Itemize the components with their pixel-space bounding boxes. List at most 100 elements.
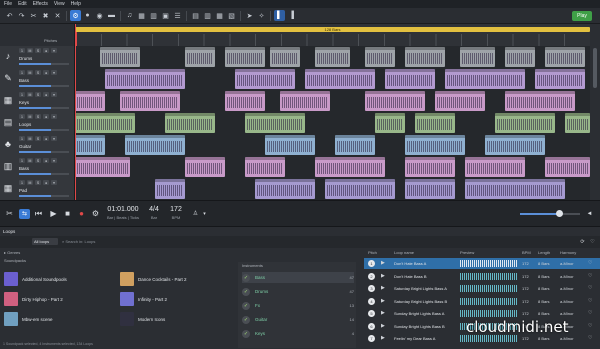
circle-icon[interactable]: ◉ (94, 10, 105, 21)
instrument-item[interactable]: ✓ Guitar 14 (242, 314, 354, 325)
favorite-icon[interactable]: ♡ (588, 285, 592, 291)
master-volume-knob[interactable] (556, 210, 563, 217)
instrument-item[interactable]: ✓ Bass 47 (242, 272, 354, 283)
track-header[interactable]: ▥ 1 M S ● ▾ Bass (0, 156, 75, 178)
audio-clip[interactable] (405, 179, 455, 199)
audio-clip[interactable] (125, 135, 185, 155)
col-preview[interactable]: Preview (460, 250, 474, 255)
stop-icon[interactable]: ■ (62, 209, 73, 219)
signature-display[interactable]: 4/4 Bar (146, 206, 162, 220)
audio-clip[interactable] (265, 135, 315, 155)
mute-button[interactable]: M (27, 48, 33, 53)
favorite-icon[interactable]: ♡ (588, 260, 592, 266)
keyboard-icon[interactable]: ▥ (148, 10, 159, 21)
mixer-2-icon[interactable]: ▥ (202, 10, 213, 21)
track-menu-button[interactable]: ▾ (51, 48, 57, 53)
solo-button[interactable]: S (35, 136, 41, 141)
wand-icon[interactable]: ✧ (256, 10, 267, 21)
layout-icon[interactable]: ▌ (274, 10, 285, 21)
mixer-4-icon[interactable]: ▧ (226, 10, 237, 21)
audio-clip[interactable] (255, 179, 315, 199)
mute-button[interactable]: M (27, 70, 33, 75)
play-preview-icon[interactable]: ▶ (381, 323, 385, 329)
record-arm-button[interactable]: ● (43, 70, 49, 75)
favorite-icon[interactable]: ♡ (588, 298, 592, 304)
audio-clip[interactable] (75, 135, 105, 155)
track-menu-button[interactable]: ▾ (51, 158, 57, 163)
audio-clip[interactable] (305, 69, 375, 89)
menu-edit[interactable]: Edit (18, 1, 27, 7)
solo-button[interactable]: S (35, 114, 41, 119)
favorite-icon[interactable]: ♡ (588, 273, 592, 279)
track-name[interactable]: Bass (19, 166, 29, 171)
col-harmony[interactable]: Harmony (560, 250, 576, 255)
track-volume-slider[interactable] (19, 107, 69, 109)
track-lane[interactable] (75, 46, 590, 68)
solo-button[interactable]: S (35, 92, 41, 97)
track-lane[interactable] (75, 90, 590, 112)
menu-effects[interactable]: Effects (33, 1, 48, 7)
play-preview-icon[interactable]: ▶ (381, 260, 385, 266)
audio-clip[interactable] (535, 69, 585, 89)
loop-row[interactable]: 1 ▶ Don't Hate Bass A 172 8 Bars a-Minor ♡ (364, 258, 600, 269)
track-lane[interactable] (75, 156, 590, 178)
audio-clip[interactable] (505, 47, 535, 67)
audio-clip[interactable] (270, 47, 300, 67)
track-header[interactable]: ♪ 1 M S ● ▾ Drums (0, 46, 75, 68)
mute-button[interactable]: M (27, 92, 33, 97)
audio-clip[interactable] (435, 91, 485, 111)
time-display[interactable]: 01:01.000 Bar | Beats | Ticks (104, 206, 142, 220)
menu-file[interactable]: File (4, 1, 12, 7)
audio-clip[interactable] (505, 91, 575, 111)
soundpack-item[interactable]: Mbw-em scene (4, 312, 53, 326)
mute-button[interactable]: M (27, 114, 33, 119)
play-preview-icon[interactable]: ▶ (381, 285, 385, 291)
track-header[interactable]: ✎ 1 M S ● ▾ Bass (0, 68, 75, 90)
play-preview-icon[interactable]: ▶ (381, 310, 385, 316)
audio-clip[interactable] (280, 91, 330, 111)
audio-clip[interactable] (465, 157, 525, 177)
audio-clip[interactable] (485, 135, 545, 155)
audio-clip[interactable] (325, 179, 395, 199)
col-length[interactable]: Length (538, 250, 550, 255)
soundpack-item[interactable]: Infinity - Part 2 (120, 292, 167, 306)
play-preview-icon[interactable]: ▶ (381, 298, 385, 304)
track-name[interactable]: Drums (19, 56, 32, 61)
track-number[interactable]: 1 (19, 158, 25, 163)
heart-icon[interactable]: ♡ (587, 237, 598, 247)
record-arm-button[interactable]: ● (43, 180, 49, 185)
grid-icon[interactable]: ▦ (136, 10, 147, 21)
audio-clip[interactable] (415, 113, 455, 133)
audio-clip[interactable] (465, 179, 565, 199)
track-name[interactable]: Keys (19, 100, 29, 105)
audio-clip[interactable] (545, 157, 590, 177)
speaker-icon[interactable]: ◄ (584, 209, 595, 219)
audio-clip[interactable] (100, 47, 140, 67)
track-volume-slider[interactable] (19, 151, 69, 153)
favorite-icon[interactable]: ♡ (588, 335, 592, 341)
menu-view[interactable]: View (54, 1, 65, 7)
audio-clip[interactable] (245, 113, 305, 133)
audio-clip[interactable] (75, 157, 130, 177)
audio-clip[interactable] (545, 47, 585, 67)
instrument-item[interactable]: ✓ Keys 4 (242, 328, 354, 339)
track-number[interactable]: 1 (19, 180, 25, 185)
soundpack-item[interactable]: Dirty Hiphop - Part 2 (4, 292, 63, 306)
timeline-ruler[interactable]: 128 Bars (75, 24, 590, 46)
track-volume-slider[interactable] (19, 195, 69, 197)
play-preview-icon[interactable]: ▶ (381, 273, 385, 279)
redo-icon[interactable]: ↷ (16, 10, 27, 21)
scissors-icon[interactable]: ✂ (4, 209, 15, 219)
favorite-icon[interactable]: ♡ (588, 323, 592, 329)
track-lane[interactable] (75, 178, 590, 200)
loop-row[interactable]: 2 ▶ Don't Hate Bass B 172 8 Bars a-Minor ♡ (364, 271, 600, 282)
solo-button[interactable]: S (35, 180, 41, 185)
audio-clip[interactable] (405, 135, 465, 155)
track-header[interactable]: ♣ 1 M S ● ▾ Guitar (0, 134, 75, 156)
audio-clip[interactable] (365, 47, 395, 67)
track-menu-button[interactable]: ▾ (51, 70, 57, 75)
scissors-icon[interactable]: ✂ (28, 10, 39, 21)
record-icon[interactable]: ● (82, 10, 93, 21)
track-name[interactable]: Guitar (19, 144, 31, 149)
metronome-icon[interactable]: ▣ (160, 10, 171, 21)
